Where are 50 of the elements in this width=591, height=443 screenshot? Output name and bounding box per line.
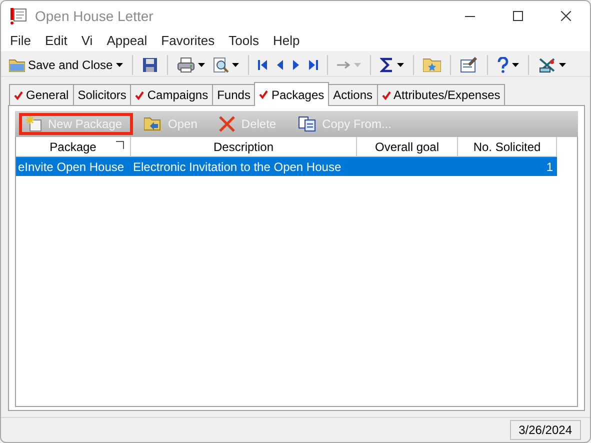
caret-icon[interactable] <box>396 62 404 67</box>
caret-icon[interactable] <box>558 62 566 67</box>
next-record-icon[interactable] <box>292 58 300 71</box>
menu-item[interactable]: Favorites <box>154 33 222 48</box>
checkmark-icon <box>382 90 391 100</box>
caret-icon[interactable] <box>232 62 239 67</box>
menu-item[interactable]: Tools <box>222 33 266 48</box>
previous-record-icon[interactable] <box>276 58 284 71</box>
first-record-icon[interactable] <box>258 58 268 71</box>
sigma-icon[interactable] <box>380 56 394 73</box>
copy-pages-icon <box>298 116 316 132</box>
folder-star-icon[interactable] <box>422 57 441 72</box>
menu-item[interactable]: File <box>3 33 38 48</box>
save-and-close-button[interactable]: Save and Close <box>7 58 125 72</box>
sort-icon <box>116 141 124 150</box>
table-cell-text: eInvite Open House <box>17 160 126 174</box>
sparkle-page-icon <box>26 116 42 132</box>
tab[interactable]: General <box>9 84 74 106</box>
form-edit-icon[interactable] <box>460 56 478 73</box>
tab[interactable]: Solicitors <box>72 84 132 106</box>
delete-x-icon <box>219 116 236 132</box>
tab[interactable]: Funds <box>212 84 256 106</box>
tab[interactable]: Packages <box>254 82 330 106</box>
checkmark-icon <box>259 90 268 100</box>
menu-item[interactable]: Appeal <box>100 33 154 48</box>
menu-item[interactable]: Vi <box>74 33 100 48</box>
open-folder-icon <box>144 117 162 132</box>
tools-icon[interactable] <box>538 56 556 73</box>
checkmark-icon <box>14 90 23 100</box>
table-cell-text: 1 <box>545 160 554 174</box>
last-record-icon[interactable] <box>308 58 318 71</box>
app-icon <box>9 6 27 25</box>
status-date: 3/26/2024 <box>510 420 581 440</box>
caret-icon[interactable] <box>198 62 205 67</box>
printer-icon[interactable] <box>176 56 195 73</box>
tab[interactable]: Actions <box>328 84 378 106</box>
caret-icon[interactable] <box>512 62 519 67</box>
menu-item[interactable]: Help <box>266 33 307 48</box>
maximize-icon[interactable] <box>513 10 523 21</box>
table-cell-text: Electronic Invitation to the Open House <box>132 160 342 174</box>
checkmark-icon <box>135 90 144 100</box>
menu-item[interactable]: Edit <box>38 33 74 48</box>
magnifier-page-icon[interactable] <box>212 56 229 73</box>
window-title: Open House Letter <box>35 8 154 24</box>
tab[interactable]: Attributes/Expenses <box>376 84 506 106</box>
close-icon[interactable] <box>561 10 571 21</box>
folder-icon <box>9 58 25 72</box>
table-row[interactable]: eInvite Open House Electronic Invitation to the Open House 1 <box>16 157 557 176</box>
caret-icon[interactable] <box>116 62 123 67</box>
help-icon[interactable] <box>496 56 509 73</box>
